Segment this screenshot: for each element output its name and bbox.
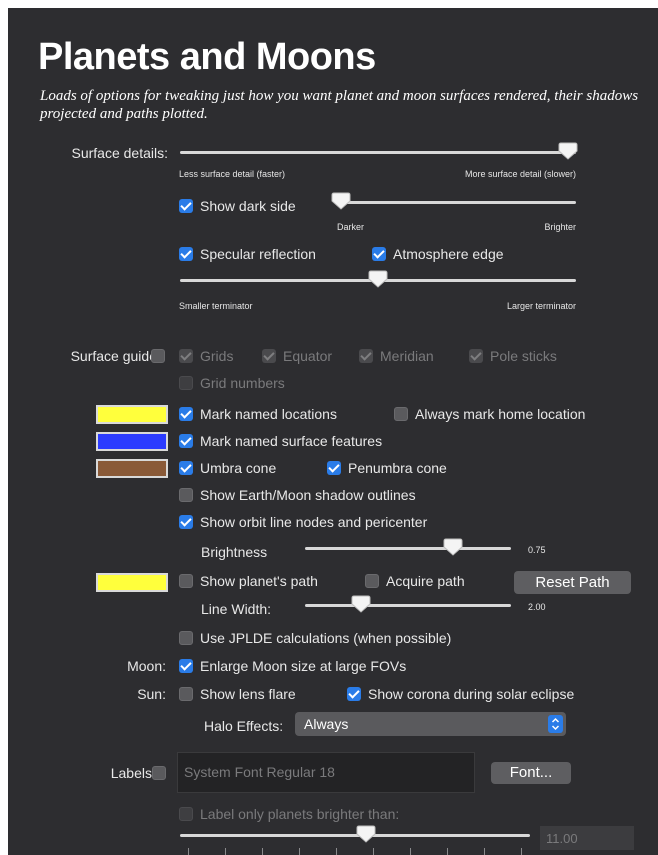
surface-details-max-caption: More surface detail (slower)	[464, 169, 576, 179]
dark-side-slider[interactable]	[341, 201, 576, 204]
font-button[interactable]: Font...	[491, 762, 571, 784]
brightness-slider[interactable]	[305, 547, 511, 550]
brightness-slider-knob[interactable]	[443, 538, 463, 556]
shadow-outlines-checkbox[interactable]	[179, 488, 193, 502]
specular-reflection-label: Specular reflection	[200, 246, 316, 262]
slider-tick	[484, 848, 485, 855]
always-mark-home-label: Always mark home location	[415, 406, 586, 422]
dark-side-max-caption: Brighter	[544, 222, 576, 232]
show-planet-path-label: Show planet's path	[200, 573, 318, 589]
line-width-value: 2.00	[528, 602, 546, 612]
mark-surface-features-checkbox[interactable]	[179, 434, 193, 448]
line-width-slider[interactable]	[305, 604, 511, 607]
orbit-nodes-checkbox[interactable]	[179, 515, 193, 529]
surface-details-min-caption: Less surface detail (faster)	[179, 169, 286, 179]
surface-guides-label: Surface guides	[70, 348, 164, 364]
labels-checkbox[interactable]	[152, 766, 166, 780]
corona-label: Show corona during solar eclipse	[368, 686, 575, 702]
umbra-color-well[interactable]	[96, 459, 168, 478]
halo-effects-selected-value: Always	[304, 716, 349, 732]
acquire-path-checkbox[interactable]	[365, 574, 379, 588]
grids-label: Grids	[200, 348, 234, 364]
label-brightness-field[interactable]: 11.00	[540, 826, 634, 850]
label-font-value: System Font Regular 18	[184, 764, 335, 780]
show-dark-side-label: Show dark side	[200, 198, 296, 214]
page-title: Planets and Moons	[38, 36, 376, 78]
label-brighter-label: Label only planets brighter than:	[200, 806, 400, 822]
surface-features-color-well[interactable]	[96, 432, 168, 451]
terminator-max-caption: Larger terminator	[506, 301, 576, 311]
lens-flare-label: Show lens flare	[200, 686, 296, 702]
labels-label: Labels	[110, 765, 152, 781]
line-width-slider-knob[interactable]	[351, 595, 371, 613]
dark-side-slider-knob[interactable]	[331, 192, 351, 210]
slider-tick	[336, 848, 337, 855]
grid-numbers-label: Grid numbers	[200, 375, 285, 391]
brightness-value: 0.75	[528, 545, 546, 555]
line-width-label: Line Width:	[201, 601, 272, 617]
mark-named-locations-checkbox[interactable]	[179, 407, 193, 421]
halo-effects-select[interactable]: Always	[295, 712, 566, 736]
surface-details-slider[interactable]	[180, 151, 576, 154]
mark-named-locations-label: Mark named locations	[200, 406, 337, 422]
penumbra-cone-label: Penumbra cone	[348, 460, 447, 476]
umbra-cone-checkbox[interactable]	[179, 461, 193, 475]
slider-tick	[299, 848, 300, 855]
jplde-checkbox[interactable]	[179, 631, 193, 645]
equator-checkbox[interactable]	[262, 349, 276, 363]
terminator-min-caption: Smaller terminator	[179, 301, 253, 311]
dark-side-min-caption: Darker	[337, 222, 365, 232]
grid-numbers-checkbox[interactable]	[179, 376, 193, 390]
always-mark-home-checkbox[interactable]	[394, 407, 408, 421]
grids-checkbox[interactable]	[179, 349, 193, 363]
enlarge-moon-checkbox[interactable]	[179, 659, 193, 673]
specular-reflection-checkbox[interactable]	[179, 247, 193, 261]
slider-tick	[410, 848, 411, 855]
label-font-field[interactable]: System Font Regular 18	[177, 752, 475, 793]
terminator-slider-knob[interactable]	[368, 270, 388, 288]
pole-sticks-label: Pole sticks	[490, 348, 557, 364]
enlarge-moon-label: Enlarge Moon size at large FOVs	[200, 658, 407, 674]
jplde-label: Use JPLDE calculations (when possible)	[200, 630, 452, 646]
slider-tick	[521, 848, 522, 855]
named-locations-color-well[interactable]	[96, 405, 168, 424]
preferences-panel: Planets and Moons Loads of options for t…	[8, 8, 658, 855]
brightness-label: Brightness	[201, 544, 268, 560]
surface-details-slider-knob[interactable]	[558, 142, 578, 160]
label-brightness-slider-knob[interactable]	[356, 825, 376, 843]
atmosphere-edge-label: Atmosphere edge	[393, 246, 504, 262]
corona-checkbox[interactable]	[347, 687, 361, 701]
label-brightness-value: 11.00	[546, 831, 578, 846]
acquire-path-label: Acquire path	[386, 573, 465, 589]
slider-tick	[373, 848, 374, 855]
meridian-label: Meridian	[380, 348, 434, 364]
slider-tick	[447, 848, 448, 855]
sun-label: Sun:	[137, 686, 166, 702]
shadow-outlines-label: Show Earth/Moon shadow outlines	[200, 487, 416, 503]
mark-surface-features-label: Mark named surface features	[200, 433, 383, 449]
show-planet-path-checkbox[interactable]	[179, 574, 193, 588]
penumbra-cone-checkbox[interactable]	[327, 461, 341, 475]
equator-label: Equator	[283, 348, 333, 364]
slider-tick	[225, 848, 226, 855]
moon-label: Moon:	[127, 658, 166, 674]
meridian-checkbox[interactable]	[359, 349, 373, 363]
page-subtitle: Loads of options for tweaking just how y…	[40, 88, 639, 122]
surface-guides-checkbox[interactable]	[151, 349, 165, 363]
reset-path-button[interactable]: Reset Path	[514, 571, 631, 594]
umbra-cone-label: Umbra cone	[200, 460, 277, 476]
planet-path-color-well[interactable]	[96, 573, 168, 592]
atmosphere-edge-checkbox[interactable]	[372, 247, 386, 261]
pole-sticks-checkbox[interactable]	[469, 349, 483, 363]
chevron-up-down-icon	[548, 715, 563, 733]
halo-effects-label: Halo Effects:	[204, 718, 284, 734]
label-brighter-checkbox[interactable]	[179, 807, 193, 821]
show-dark-side-checkbox[interactable]	[179, 199, 193, 213]
orbit-nodes-label: Show orbit line nodes and pericenter	[200, 514, 428, 530]
slider-tick	[188, 848, 189, 855]
lens-flare-checkbox[interactable]	[179, 687, 193, 701]
slider-tick	[262, 848, 263, 855]
surface-details-label: Surface details:	[71, 145, 169, 161]
